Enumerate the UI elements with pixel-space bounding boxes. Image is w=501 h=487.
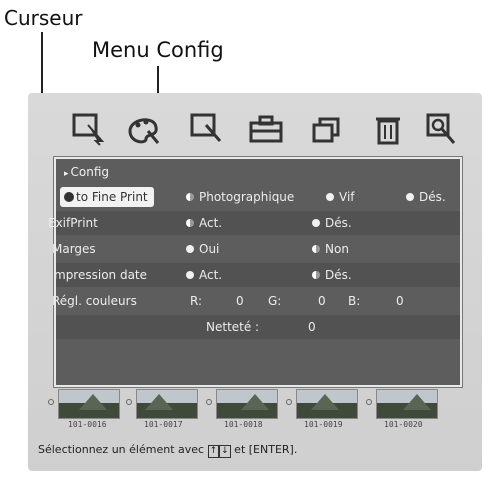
option-photographique[interactable]: Photographique bbox=[186, 190, 294, 204]
menu-config-callout: Menu Config bbox=[92, 38, 224, 62]
r-value[interactable]: 0 bbox=[236, 294, 244, 308]
radio-icon bbox=[186, 271, 194, 279]
row-label: Régl. couleurs bbox=[52, 294, 137, 308]
status-bar: Sélectionnez un élément avec ↑ ↓ et [ENTE… bbox=[38, 443, 297, 458]
option-label: Dés. bbox=[325, 268, 352, 282]
cursor-callout: Curseur bbox=[4, 6, 83, 30]
r-label: R: bbox=[190, 294, 203, 308]
bullet-icon bbox=[48, 399, 54, 405]
row-impression-date[interactable]: mpression date Act. Dés. bbox=[54, 263, 460, 287]
bullet-icon bbox=[126, 399, 132, 405]
option-label: Photographique bbox=[199, 190, 295, 204]
radio-icon bbox=[326, 193, 334, 201]
row-label: Marges bbox=[52, 242, 96, 256]
option-non[interactable]: Non bbox=[312, 242, 349, 256]
sharpness-value[interactable]: 0 bbox=[308, 320, 316, 334]
arrow-up-key: ↑ bbox=[207, 445, 220, 458]
b-value[interactable]: 0 bbox=[396, 294, 404, 308]
thumbnail-strip: 101-0016 101-0017 101-0018 101-0019 101-… bbox=[48, 389, 468, 441]
thumbnail[interactable] bbox=[296, 389, 358, 419]
row-fine-print[interactable]: to Fine Print Photographique Vif Dés. bbox=[56, 185, 460, 209]
zoom-icon[interactable] bbox=[422, 111, 462, 147]
option-label: Oui bbox=[199, 242, 220, 256]
option-des[interactable]: Dés. bbox=[406, 190, 446, 204]
radio-icon bbox=[186, 245, 194, 253]
option-label: Non bbox=[325, 242, 349, 256]
bullet-icon bbox=[206, 399, 212, 405]
row-reglage-couleurs[interactable]: Régl. couleurs R: 0 G: 0 B: 0 bbox=[52, 289, 460, 313]
option-label: Vif bbox=[339, 190, 355, 204]
thumbnail-caption: 101-0020 bbox=[384, 420, 423, 429]
option-act[interactable]: Act. bbox=[186, 216, 222, 230]
row-label: mpression date bbox=[54, 268, 148, 282]
radio-icon bbox=[312, 219, 320, 227]
option-act[interactable]: Act. bbox=[186, 268, 222, 282]
radio-icon bbox=[312, 271, 320, 279]
printer-screen: ▸ Config to Fine Print Photographique Vif… bbox=[28, 93, 482, 471]
bullet-icon bbox=[286, 399, 292, 405]
option-label: Act. bbox=[199, 268, 223, 282]
trash-icon[interactable] bbox=[368, 111, 408, 147]
option-des[interactable]: Dés. bbox=[312, 216, 352, 230]
row-nettete[interactable]: Netteté : 0 bbox=[56, 315, 460, 339]
config-title-text: Config bbox=[70, 165, 110, 179]
b-label: B: bbox=[348, 294, 361, 308]
radio-icon bbox=[312, 245, 320, 253]
thumbnail-caption: 101-0019 bbox=[304, 420, 343, 429]
toolbar bbox=[28, 103, 482, 155]
thumbnail-caption: 101-0016 bbox=[68, 420, 107, 429]
g-value[interactable]: 0 bbox=[318, 294, 326, 308]
row-label: to Fine Print bbox=[60, 187, 154, 207]
thumbnail[interactable] bbox=[216, 389, 278, 419]
radio-icon bbox=[186, 219, 194, 227]
cursor-indicator bbox=[64, 192, 74, 202]
magnifier-cursor-icon[interactable] bbox=[70, 111, 110, 147]
row-label: ExifPrint bbox=[48, 216, 98, 230]
option-label: Dés. bbox=[419, 190, 446, 204]
option-label: Dés. bbox=[325, 216, 352, 230]
thumbnail-caption: 101-0017 bbox=[144, 420, 183, 429]
status-suffix: et [ENTER]. bbox=[234, 443, 298, 456]
config-title: ▸ Config bbox=[64, 165, 109, 179]
layers-icon[interactable] bbox=[308, 111, 348, 147]
status-prefix: Sélectionnez un élément avec bbox=[38, 443, 205, 456]
option-des[interactable]: Dés. bbox=[312, 268, 352, 282]
sharpness-label: Netteté : bbox=[206, 320, 260, 334]
thumbnail-caption: 101-0018 bbox=[224, 420, 263, 429]
radio-icon bbox=[186, 193, 194, 201]
option-oui[interactable]: Oui bbox=[186, 242, 219, 256]
thumbnail[interactable] bbox=[376, 389, 438, 419]
option-label: Act. bbox=[199, 216, 223, 230]
caret-right-icon: ▸ bbox=[64, 169, 69, 179]
arrow-down-key: ↓ bbox=[219, 445, 231, 458]
thumbnail[interactable] bbox=[58, 389, 120, 419]
radio-icon bbox=[406, 193, 414, 201]
toolbox-icon[interactable] bbox=[246, 111, 286, 147]
palette-icon[interactable] bbox=[124, 111, 164, 147]
thumbnail[interactable] bbox=[136, 389, 198, 419]
config-menu: ▸ Config to Fine Print Photographique Vif… bbox=[48, 157, 462, 387]
option-vif[interactable]: Vif bbox=[326, 190, 355, 204]
row-exifprint[interactable]: ExifPrint Act. Dés. bbox=[48, 211, 460, 235]
bullet-icon bbox=[366, 399, 372, 405]
row-marges[interactable]: Marges Oui Non bbox=[52, 237, 460, 261]
g-label: G: bbox=[268, 294, 282, 308]
magnifier-cursor-icon[interactable] bbox=[188, 111, 228, 147]
